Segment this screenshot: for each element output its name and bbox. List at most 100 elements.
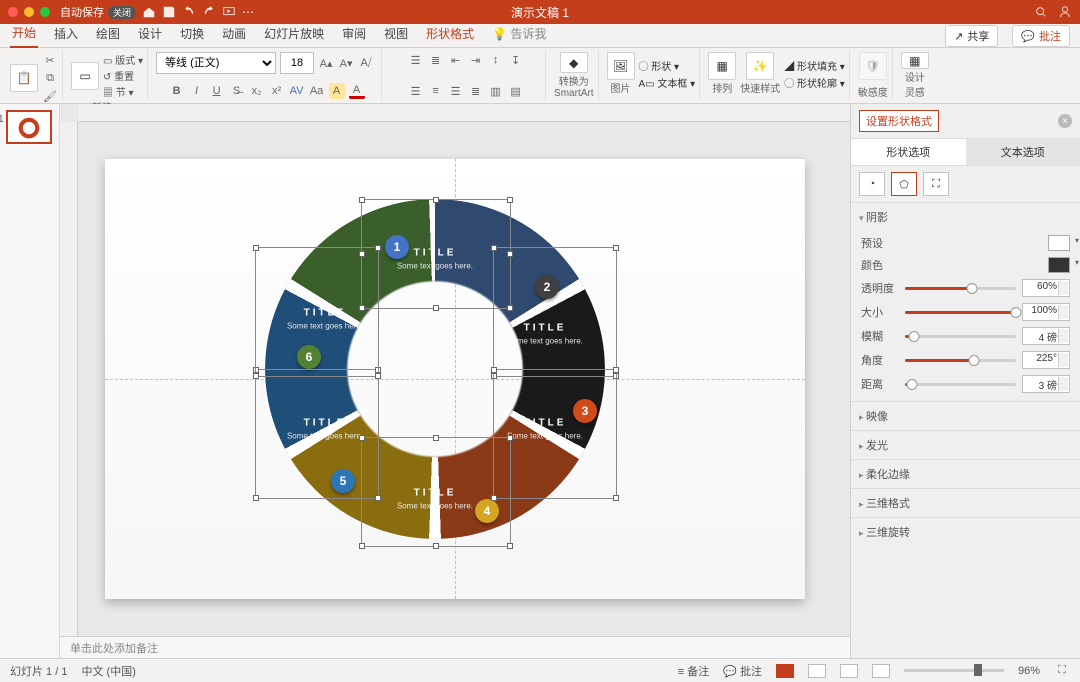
fit-window-icon[interactable]: ⛶ [1054, 663, 1070, 679]
align-center-icon[interactable]: ≡ [428, 83, 444, 99]
tab-draw[interactable]: 绘图 [94, 21, 122, 47]
arrange-button[interactable]: ▦ [708, 52, 736, 80]
columns-icon[interactable]: ▥ [488, 83, 504, 99]
text-direction-icon[interactable]: ↧ [508, 52, 524, 68]
3drotation-section[interactable]: 三维旋转 [851, 518, 1080, 546]
angle-slider[interactable] [905, 359, 1016, 362]
italic-icon[interactable]: I [189, 83, 205, 99]
align-text-icon[interactable]: ▤ [508, 83, 524, 99]
layout-button[interactable]: ▭ 版式 ▾ [103, 52, 143, 67]
search-icon[interactable] [1034, 5, 1048, 19]
sorter-view-button[interactable] [808, 664, 826, 678]
paste-button[interactable]: 📋 [10, 64, 38, 92]
shadow-color-picker[interactable] [1048, 257, 1070, 273]
slideshow-view-button[interactable] [872, 664, 890, 678]
picture-button[interactable]: 🖼 [607, 52, 635, 80]
zoom-slider[interactable] [904, 669, 1004, 672]
transparency-slider[interactable] [905, 287, 1016, 290]
normal-view-button[interactable] [776, 664, 794, 678]
thumbnail-1[interactable] [6, 110, 52, 144]
effects-tab-icon[interactable]: ⬠ [891, 172, 917, 196]
strike-icon[interactable]: S̶ [229, 83, 245, 99]
font-color-icon[interactable]: A [349, 83, 365, 99]
fill-line-tab-icon[interactable]: ◔ [859, 172, 885, 196]
comments-toggle[interactable]: 💬 批注 [723, 663, 762, 679]
distance-value[interactable]: 3 磅 [1022, 375, 1070, 393]
shape-fill-button[interactable]: ◢ 形状填充 ▾ [784, 58, 845, 73]
font-family-select[interactable]: 等线 (正文) [156, 52, 276, 74]
home-icon[interactable] [142, 5, 156, 19]
angle-value[interactable]: 225° [1022, 351, 1070, 369]
bold-icon[interactable]: B [169, 83, 185, 99]
tab-slideshow[interactable]: 幻灯片放映 [262, 21, 326, 47]
format-painter-icon[interactable]: 🖌 [42, 88, 58, 104]
zoom-level[interactable]: 96% [1018, 665, 1040, 677]
shadow-preset-picker[interactable] [1048, 235, 1070, 251]
font-size-input[interactable] [280, 52, 314, 74]
distance-slider[interactable] [905, 383, 1016, 386]
close-pane-button[interactable]: × [1058, 114, 1072, 128]
reset-button[interactable]: ↺ 重置 [103, 68, 143, 83]
selection-box[interactable] [255, 369, 379, 499]
copy-icon[interactable]: ⧉ [42, 70, 58, 86]
align-left-icon[interactable]: ☰ [408, 83, 424, 99]
tab-insert[interactable]: 插入 [52, 21, 80, 47]
reading-view-button[interactable] [840, 664, 858, 678]
indent-inc-icon[interactable]: ⇥ [468, 52, 484, 68]
selection-box[interactable] [493, 247, 617, 377]
comments-button[interactable]: 💬 批注 [1012, 25, 1070, 47]
underline-icon[interactable]: U [209, 83, 225, 99]
text-options-tab[interactable]: 文本选项 [966, 139, 1080, 165]
size-value[interactable]: 100% [1022, 303, 1070, 321]
selection-box[interactable] [361, 437, 511, 547]
tab-view[interactable]: 视图 [382, 21, 410, 47]
quickstyle-button[interactable]: ✨ [746, 52, 774, 80]
size-tab-icon[interactable]: ⛶ [923, 172, 949, 196]
3dformat-section[interactable]: 三维格式 [851, 489, 1080, 517]
change-case-icon[interactable]: Aa [309, 83, 325, 99]
shapes-button[interactable]: ◯ 形状 ▾ [639, 58, 696, 73]
tab-design[interactable]: 设计 [136, 21, 164, 47]
shadow-section-header[interactable]: 阴影 [851, 203, 1080, 231]
minimize-window-button[interactable] [24, 7, 34, 17]
clear-format-icon[interactable]: A⧸ [358, 55, 374, 71]
maximize-window-button[interactable] [40, 7, 50, 17]
tab-home[interactable]: 开始 [10, 20, 38, 48]
notes-toggle[interactable]: ≡ 备注 [678, 663, 709, 679]
shape-outline-button[interactable]: ◯ 形状轮廓 ▾ [784, 75, 845, 90]
increase-font-icon[interactable]: A▴ [318, 55, 334, 71]
share-button[interactable]: ↗ 共享 [945, 25, 998, 47]
text-effects-icon[interactable]: AV [289, 83, 305, 99]
align-right-icon[interactable]: ☰ [448, 83, 464, 99]
convert-smartart-button[interactable]: ◆ [560, 52, 588, 73]
subscript-icon[interactable]: x₂ [249, 83, 265, 99]
tab-transitions[interactable]: 切换 [178, 21, 206, 47]
numbering-icon[interactable]: ≣ [428, 52, 444, 68]
selection-box[interactable] [255, 247, 379, 377]
designer-button[interactable]: ▦ [901, 52, 929, 69]
justify-icon[interactable]: ≣ [468, 83, 484, 99]
textbox-button[interactable]: A▭ 文本框 ▾ [639, 75, 696, 90]
selection-box[interactable] [493, 369, 617, 499]
bullets-icon[interactable]: ☰ [408, 52, 424, 68]
autosave-toggle[interactable]: 自动保存 关闭 [60, 4, 136, 20]
slide-viewport[interactable]: TITLESome text goes here. TITLESome text… [60, 122, 850, 636]
save-icon[interactable] [162, 5, 176, 19]
account-icon[interactable] [1058, 5, 1072, 19]
size-slider[interactable] [905, 311, 1016, 314]
present-icon[interactable] [222, 5, 236, 19]
glow-section[interactable]: 发光 [851, 431, 1080, 459]
slide[interactable]: TITLESome text goes here. TITLESome text… [105, 159, 805, 599]
line-spacing-icon[interactable]: ↕ [488, 52, 504, 68]
softedge-section[interactable]: 柔化边缘 [851, 460, 1080, 488]
indent-dec-icon[interactable]: ⇤ [448, 52, 464, 68]
sensitivity-button[interactable]: 🛡 [859, 52, 887, 80]
tab-animations[interactable]: 动画 [220, 21, 248, 47]
redo-icon[interactable] [202, 5, 216, 19]
transparency-value[interactable]: 60% [1022, 279, 1070, 297]
undo-icon[interactable] [182, 5, 196, 19]
shape-options-tab[interactable]: 形状选项 [851, 139, 966, 165]
close-window-button[interactable] [8, 7, 18, 17]
notes-placeholder[interactable]: 单击此处添加备注 [60, 636, 850, 658]
selection-box[interactable] [361, 199, 511, 309]
